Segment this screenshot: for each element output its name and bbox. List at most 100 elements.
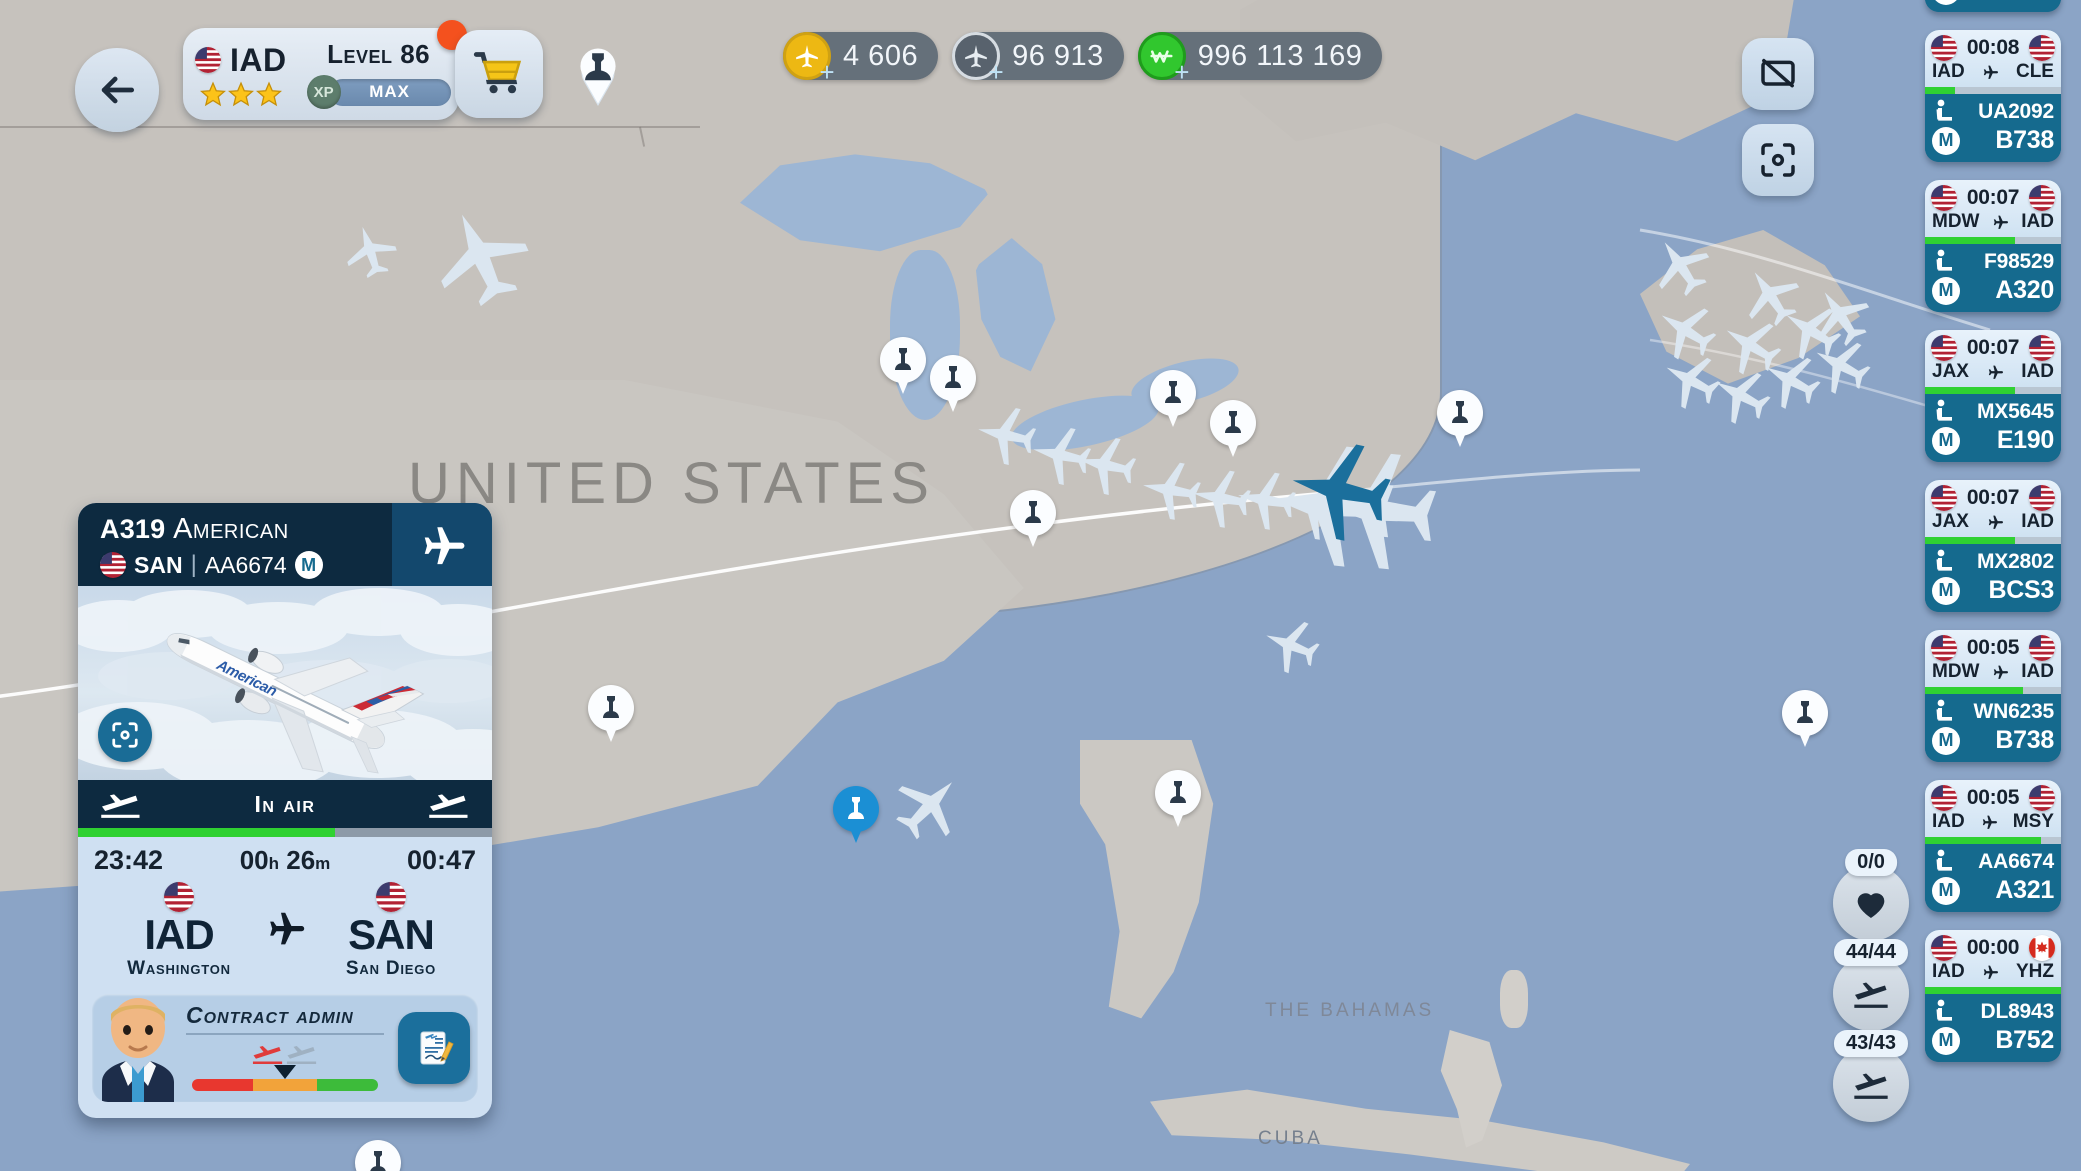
flag-us-icon (100, 552, 126, 578)
aircraft-photo: American (78, 586, 492, 780)
flight-list-item[interactable]: 00:05 MDW IAD WN6235 M B738 (1925, 630, 2061, 762)
control-tower-icon (366, 1149, 390, 1171)
flight-list-item[interactable]: 00:07 JAX IAD MX5645 M E190 (1925, 330, 2061, 462)
add-icon[interactable]: + (1171, 59, 1193, 85)
flight-list[interactable]: MB38M00:08IADCLEUA2092MB73800:07MDWIADF9… (1925, 0, 2061, 1062)
counter-departures[interactable]: 44/44 (1833, 939, 1909, 1031)
airport-pin[interactable] (1010, 490, 1056, 548)
control-tower-icon (1021, 499, 1045, 527)
control-tower-button[interactable] (570, 38, 626, 107)
airport-pin[interactable] (355, 1140, 401, 1171)
flight-status-bar: In air (78, 780, 492, 828)
currency-value: 4 606 (843, 39, 919, 72)
star-icon (227, 81, 254, 107)
plane-icon (1985, 512, 2005, 532)
contract-body: Contract admin (184, 994, 390, 1102)
xp-progress: XP MAX (306, 75, 451, 109)
airport-pin[interactable] (1782, 690, 1828, 748)
plane-icon (1980, 962, 2000, 982)
flight-list-item[interactable]: 00:08 IAD CLE UA2092 M B738 (1925, 30, 2061, 162)
airport-pin[interactable] (1150, 370, 1196, 428)
landmass-bahamas-small (1500, 970, 1528, 1028)
counter-favourites[interactable]: 0/0 (1833, 849, 1909, 941)
flight-item-header: 00:08 IAD CLE (1925, 30, 2061, 87)
currency-miles[interactable]: 96 913 + (952, 32, 1124, 85)
departure-time: 23:42 (94, 845, 164, 875)
flight-item-body: MX5645 M E190 (1925, 394, 2061, 462)
duration-minutes: 26 (286, 845, 316, 875)
flight-item-aircraft: E190 (1996, 426, 2054, 454)
departure-icon-grey (286, 1046, 317, 1064)
airport-level-block: Level 86 XP MAX (306, 39, 451, 109)
airport-pin[interactable] (1437, 390, 1483, 448)
arrival-time: 00:47 (406, 845, 476, 875)
flight-list-item[interactable]: 00:07 JAX IAD MX2802 M BCS3 (1925, 480, 2061, 612)
toggle-labels-button[interactable] (1742, 38, 1814, 110)
airport-pin[interactable] (930, 355, 976, 413)
gauge-segment (192, 1079, 254, 1091)
counter-value: 0/0 (1845, 849, 1897, 876)
flight-item-destination: CLE (2015, 61, 2054, 82)
flight-item-progress (1925, 687, 2061, 694)
flight-list-item[interactable]: M B38M (1925, 0, 2061, 12)
contract-action[interactable] (390, 994, 478, 1102)
flight-item-body: MX2802 M BCS3 (1925, 544, 2061, 612)
flight-item-number: UA2092 (1978, 100, 2054, 123)
control-tower-icon (844, 795, 868, 823)
flag-ca-icon (2029, 935, 2055, 961)
airport-pin[interactable] (1210, 400, 1256, 458)
flight-list-item[interactable]: 00:00 IAD YHZ DL8943 M B752 (1925, 930, 2061, 1062)
flight-detail-card[interactable]: A319 American SAN | AA6674 M American In… (78, 503, 492, 1118)
airport-pin-selected[interactable] (833, 786, 879, 844)
map-label-united-states: United States (408, 451, 935, 516)
flight-item-time: 00:07 (1966, 486, 2020, 509)
flight-item-progress (1925, 87, 2061, 94)
back-button[interactable] (75, 48, 159, 132)
flag-us-icon (2029, 185, 2055, 211)
control-tower-icon (1161, 379, 1185, 407)
airport-pin[interactable] (1155, 770, 1201, 828)
flight-item-aircraft: A320 (1995, 276, 2054, 304)
shop-button[interactable] (455, 30, 543, 118)
flight-item-origin: JAX (1932, 361, 1969, 382)
flight-list-item[interactable]: 00:05 IAD MSY AA6674 M A321 (1925, 780, 2061, 912)
airport-level-pill[interactable]: IAD Level 86 XP MAX (183, 20, 467, 120)
departures-button[interactable] (1833, 955, 1909, 1031)
add-icon[interactable]: + (985, 59, 1007, 85)
arrivals-button[interactable] (1833, 1046, 1909, 1122)
flight-times-row: 23:42 00h 26m 00:47 (78, 837, 492, 876)
duration-minutes-unit: m (315, 854, 331, 873)
photo-focus-button[interactable] (98, 708, 152, 762)
contract-gauge-bar (192, 1079, 378, 1091)
contract-gauge-needle (274, 1065, 296, 1079)
currency-tickets[interactable]: 4 606 + (783, 32, 939, 85)
add-icon[interactable]: + (816, 59, 838, 85)
airport-pin[interactable] (588, 685, 634, 743)
flight-route-row: IAD Washington SAN San Diego (78, 876, 492, 994)
flight-item-time: 00:08 (1966, 36, 2020, 59)
open-contract-button[interactable] (398, 1012, 470, 1084)
currency-cash[interactable]: 996 113 169 + (1137, 32, 1383, 85)
flag-us-icon (1931, 485, 1957, 511)
focus-camera-button[interactable] (1742, 124, 1814, 196)
favourites-button[interactable] (1833, 865, 1909, 941)
flight-item-destination: IAD (2021, 361, 2054, 382)
airport-pin[interactable] (880, 337, 926, 395)
departure-icon (1854, 982, 1888, 1008)
contract-admin-panel[interactable]: Contract admin (92, 994, 478, 1102)
seat-icon (1932, 698, 1960, 726)
flight-item-number: DL8943 (1980, 1000, 2054, 1023)
flight-item-aircraft: B752 (1995, 1026, 2054, 1054)
route-origin: IAD Washington (104, 882, 254, 980)
flight-item-time: 00:05 (1966, 786, 2020, 809)
flight-item-body: M B38M (1925, 0, 2061, 12)
counter-arrivals[interactable]: 43/43 (1833, 1030, 1909, 1122)
flight-item-destination: IAD (2021, 211, 2054, 232)
aircraft-button[interactable] (392, 503, 492, 586)
flight-progress-fill (78, 828, 335, 837)
flight-item-aircraft: B38M (1989, 0, 2055, 5)
class-badge: M (1932, 876, 1960, 905)
origin-city: Washington (127, 958, 231, 979)
admin-avatar-illustration (102, 998, 174, 1102)
flight-list-item[interactable]: 00:07 MDW IAD F98529 M A320 (1925, 180, 2061, 312)
